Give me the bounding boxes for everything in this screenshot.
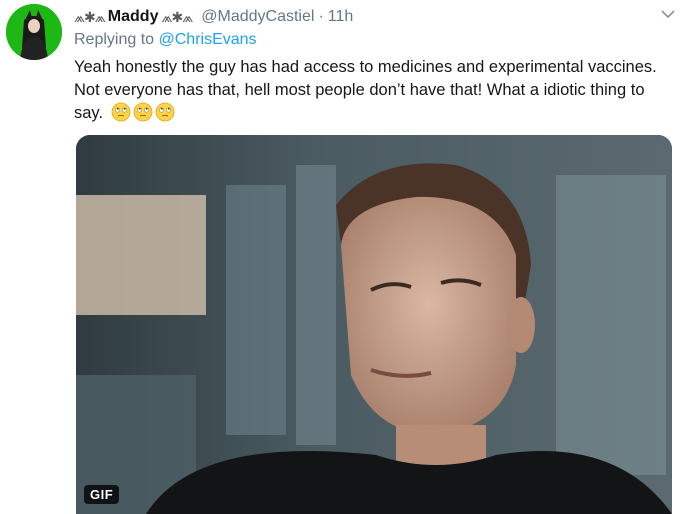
tweet-header: ⩕✱⩕ Maddy ⩕✱⩕ @MaddyCastiel · 11h [74,5,660,29]
face-with-rolling-eyes-icon [155,102,175,122]
replying-to-line: Replying to @ChrisEvans [74,31,257,49]
separator-dot: · [318,8,324,25]
replying-to-prefix: Replying to [74,31,155,48]
video-still-icon [76,135,672,514]
name-decoration-right: ⩕✱⩕ [161,8,193,25]
face-with-rolling-eyes-icon [111,102,131,122]
display-name[interactable]: Maddy [108,8,159,26]
gif-badge: GIF [84,485,120,504]
tweet-gif-media[interactable]: GIF [76,135,672,514]
replying-to-link[interactable]: @ChrisEvans [159,31,257,48]
avatar-figure-icon [6,4,62,60]
face-with-rolling-eyes-icon [133,102,153,122]
tweet-text: Yeah honestly the guy has had access to … [74,56,674,125]
avatar[interactable] [6,4,62,60]
emoji-group [111,102,175,122]
chevron-down-icon [661,9,675,18]
name-decoration-left: ⩕✱⩕ [74,8,106,25]
tweet-menu-button[interactable] [658,6,678,22]
timestamp[interactable]: 11h [328,8,354,26]
user-handle[interactable]: @MaddyCastiel [201,8,314,26]
